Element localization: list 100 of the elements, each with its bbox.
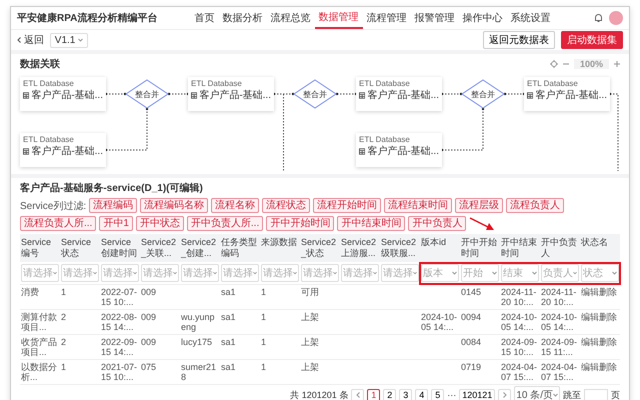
page-size-select[interactable]: 10 条/页 xyxy=(514,386,560,400)
column-tag[interactable]: 开中状态 xyxy=(136,216,184,231)
table-cell: sa1 xyxy=(220,310,260,335)
column-tag[interactable]: 开中负责人所... xyxy=(186,216,264,231)
caret-icon xyxy=(173,271,177,275)
column-tag[interactable]: 流程编码 xyxy=(89,198,138,213)
table-cell: 上架 xyxy=(300,310,340,335)
table-cell: 2024-04-07 15:... xyxy=(500,360,540,385)
node-type: ETL Database xyxy=(23,135,75,144)
caret-icon xyxy=(333,271,337,275)
column-header: Service创建时间 xyxy=(100,234,140,262)
jump-label: 跳至 xyxy=(563,388,581,400)
table-cell: 2 xyxy=(60,310,100,335)
nav-tab[interactable]: 报警管理 xyxy=(410,7,459,29)
page-button[interactable]: 1 xyxy=(367,388,380,400)
page-button[interactable]: 2 xyxy=(383,388,396,400)
table-node[interactable]: ETL Database 客户产品-基础... xyxy=(20,77,106,111)
column-header: 版本id xyxy=(420,234,460,262)
table-node[interactable]: ETL Database 客户产品-基础... xyxy=(20,133,106,167)
table-cell: 009 xyxy=(140,335,180,360)
column-tag[interactable]: 流程名称 xyxy=(211,198,260,213)
table-node[interactable]: ETL Database 客户产品-基础... xyxy=(356,77,442,111)
table-cell: 0094 xyxy=(460,310,500,335)
column-tag[interactable]: 流程结束时间 xyxy=(384,198,452,213)
merge-node[interactable]: 整合并 xyxy=(125,79,169,109)
back-link[interactable]: 返回 xyxy=(17,33,44,47)
column-tag[interactable]: 流程状态 xyxy=(262,198,310,213)
column-header: Service编号 xyxy=(20,234,60,262)
page-button[interactable]: 120121 xyxy=(459,388,496,400)
table-cell: 编辑删除 xyxy=(580,285,620,310)
page-button[interactable]: 3 xyxy=(399,388,412,400)
table-icon xyxy=(527,92,534,98)
column-tag[interactable]: 流程编码名称 xyxy=(140,198,208,213)
table-cell: 1 xyxy=(260,310,300,335)
column-tag[interactable]: 流程负责人 xyxy=(506,198,564,213)
table-cell: 2022-07-15 10:... xyxy=(100,285,140,310)
chevron-left-icon xyxy=(356,392,360,398)
table-node[interactable]: ETL Database 客户产品-基础... xyxy=(188,77,274,111)
caret-icon xyxy=(532,271,537,275)
avatar[interactable] xyxy=(609,11,623,25)
table-node[interactable]: ETL Database 客户产品-基础... xyxy=(356,133,442,167)
nav-tab[interactable]: 数据分析 xyxy=(218,7,267,29)
connector-line xyxy=(104,108,148,152)
column-tag[interactable]: 流程层级 xyxy=(455,198,504,213)
version-select[interactable]: V1.1 xyxy=(50,32,88,48)
filter-select[interactable]: 版本 xyxy=(421,264,459,282)
table-cell: 以数据分析... xyxy=(20,360,60,385)
page-unit: 页 xyxy=(611,388,620,400)
zoom-out-icon[interactable] xyxy=(562,61,569,67)
table-cell: 1 xyxy=(260,285,300,310)
caret-icon xyxy=(373,271,377,275)
table-cell: 009 xyxy=(140,285,180,310)
column-header: 状态名 xyxy=(580,234,620,262)
table-cell: 1 xyxy=(60,285,100,310)
nav-tab[interactable]: 首页 xyxy=(190,7,219,29)
nav-tab[interactable]: 流程总览 xyxy=(266,7,315,29)
merge-node[interactable]: 整合并 xyxy=(461,79,505,109)
merge-node[interactable]: 整合并 xyxy=(293,79,337,109)
bell-icon[interactable] xyxy=(594,13,603,23)
zoom-in-icon[interactable] xyxy=(614,61,620,67)
table-cell: 075 xyxy=(140,360,180,385)
table-cell: 编辑删除 xyxy=(580,310,620,335)
caret-icon xyxy=(492,271,497,275)
table-cell: 收货产品项目... xyxy=(20,335,60,360)
table-icon xyxy=(191,92,198,98)
table-cell: 2024-11-20 10:... xyxy=(540,285,580,310)
nav-tab[interactable]: 系统设置 xyxy=(506,7,555,29)
table-cell: 2022-08-15 14:... xyxy=(100,310,140,335)
action-button[interactable]: 返回元数据表 xyxy=(483,31,555,49)
column-tag[interactable]: 开中1 xyxy=(99,216,133,231)
page-input[interactable] xyxy=(584,388,608,400)
table-node[interactable]: ETL Database 客户产品-基础... xyxy=(524,77,610,111)
table-cell: 2024-04-07 15:... xyxy=(540,360,580,385)
column-tag[interactable]: 流程开始时间 xyxy=(313,198,382,213)
zoom-level: 100% xyxy=(574,59,609,69)
table-cell: 上架 xyxy=(300,360,340,385)
table-cell: 2024-10-05 14:... xyxy=(540,310,580,335)
column-header: 开中负责人 xyxy=(540,234,580,262)
table-icon xyxy=(23,148,30,154)
table-icon xyxy=(359,148,366,154)
nav-tab[interactable]: 流程管理 xyxy=(362,7,411,29)
table-cell: 1 xyxy=(60,360,100,385)
locate-icon[interactable] xyxy=(550,60,558,68)
prev-page-button[interactable] xyxy=(351,388,364,400)
caret-icon xyxy=(53,271,57,275)
page-button[interactable]: 5 xyxy=(431,388,444,400)
table-cell: 2022-09-15 14:... xyxy=(100,335,140,360)
next-page-button[interactable] xyxy=(498,388,512,400)
action-button[interactable]: 启动数据集 xyxy=(561,31,623,49)
caret-icon xyxy=(133,271,137,275)
column-tag[interactable]: 开中负责人 xyxy=(408,216,466,231)
node-type: ETL Database xyxy=(359,79,411,88)
column-tag[interactable]: 开中开始时间 xyxy=(266,216,334,231)
column-tag[interactable]: 开中结束时间 xyxy=(337,216,406,231)
nav-tab[interactable]: 操作中心 xyxy=(458,7,507,29)
chevron-right-icon xyxy=(502,392,507,398)
column-tag[interactable]: 流程负责人所... xyxy=(20,216,96,231)
table-cell: 1 xyxy=(260,335,300,360)
page-button[interactable]: 4 xyxy=(415,388,428,400)
caret-icon xyxy=(78,38,84,42)
